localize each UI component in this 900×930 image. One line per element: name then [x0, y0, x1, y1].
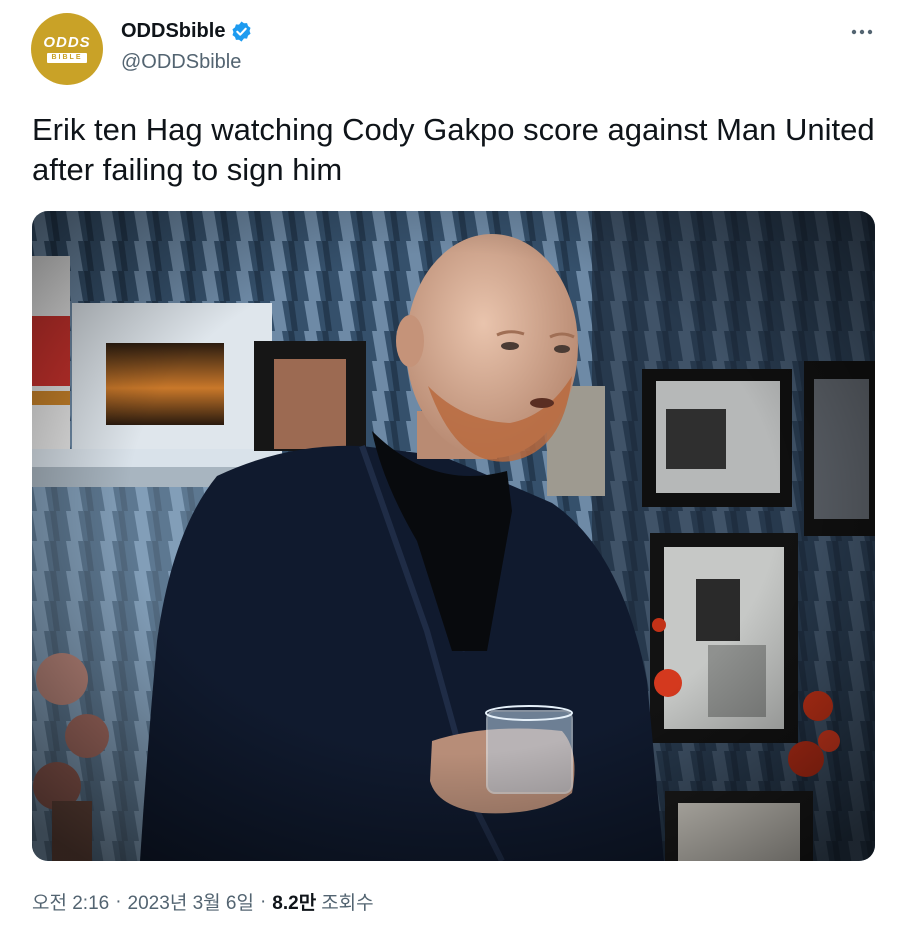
- avatar[interactable]: ODDS BIBLE: [31, 13, 103, 85]
- views-label: 조회수: [321, 893, 374, 914]
- avatar-logo-top: ODDS: [43, 34, 91, 51]
- author-name-row: ODDSbible: [121, 20, 253, 43]
- tweet-card: ODDS BIBLE ODDSbible @ODDSbible Erik ten…: [0, 0, 900, 930]
- more-options-icon: [850, 23, 874, 41]
- tweet-meta: 오전 2:16 · 2023년 3월 6일 · 8.2만 조회수: [32, 888, 374, 915]
- author-handle[interactable]: @ODDSbible: [121, 51, 241, 74]
- avatar-logo-bottom: BIBLE: [47, 53, 87, 63]
- meta-separator: ·: [259, 890, 267, 912]
- verified-badge-icon: [230, 20, 253, 43]
- meta-separator: ·: [115, 890, 122, 912]
- author-display-name[interactable]: ODDSbible: [121, 20, 225, 43]
- tweet-photo[interactable]: [32, 211, 875, 861]
- tweet-time[interactable]: 오전 2:16: [32, 888, 109, 915]
- more-options-button[interactable]: [845, 18, 879, 46]
- tweet-text: Erik ten Hag watching Cody Gakpo score a…: [32, 112, 875, 187]
- tweet-date[interactable]: 2023년 3월 6일: [128, 888, 254, 915]
- views-count[interactable]: 8.2만: [272, 888, 316, 915]
